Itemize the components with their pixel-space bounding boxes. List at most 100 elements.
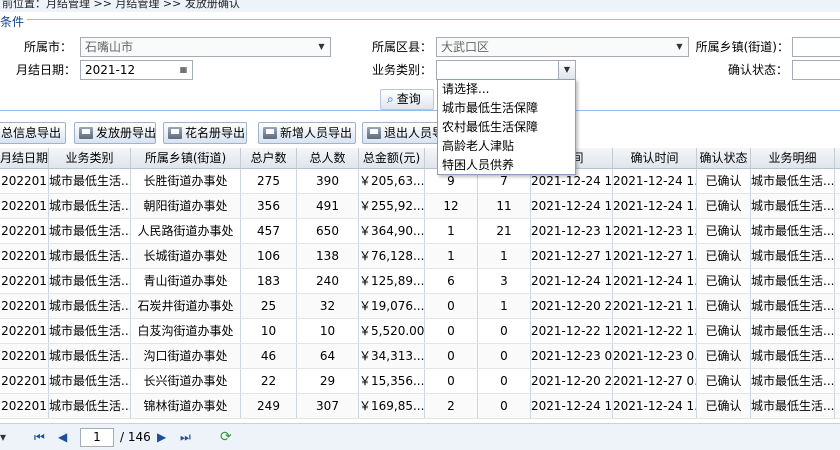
export-payment-roll-label: 发放册导出 — [96, 126, 156, 140]
cell-households: 10 — [241, 319, 297, 343]
export-exited-members-button[interactable]: 退出人员导 — [362, 122, 442, 144]
table-row[interactable]: 202201 城市最低生活... 锦林街道办事处 249 307 ￥169,85... 2 0… — [0, 394, 840, 419]
cell-biz-detail: 城市最低生活... — [751, 369, 835, 393]
cell-persons: 64 — [297, 344, 359, 368]
cell-confirm-status: 已确认 — [697, 369, 751, 393]
cell-amount: ￥5,520.00 — [359, 319, 425, 343]
cell-confirm-status: 已确认 — [697, 219, 751, 243]
table-row[interactable]: 202201 城市最低生活... 长城街道办事处 106 138 ￥76,128... 1 1… — [0, 244, 840, 269]
export-summary-label: 总信息导出 — [1, 126, 62, 140]
dropdown-option[interactable]: 城市最低生活保障 — [438, 99, 575, 118]
export-roster-button[interactable]: 花名册导出 — [163, 122, 247, 144]
column-header-households[interactable]: 总户数 — [241, 148, 297, 168]
table-row[interactable]: 202201 城市最低生活... 白芨沟街道办事处 10 10 ￥5,520.00 0 0 20… — [0, 319, 840, 344]
calendar-icon[interactable]: ▦ — [175, 61, 192, 79]
table-row[interactable]: 202201 城市最低生活... 青山街道办事处 183 240 ￥125,89... 6 3… — [0, 269, 840, 294]
last-page-icon[interactable]: ⏭ — [180, 429, 191, 445]
biz-type-select[interactable]: ▼ — [436, 60, 576, 80]
cell-households: 22 — [241, 369, 297, 393]
confirm-status-select[interactable] — [792, 60, 840, 80]
cell-confirm-time: 2021-12-24 1... — [613, 269, 697, 293]
table-row[interactable]: 202201 城市最低生活... 人民路街道办事处 457 650 ￥364,90... 1… — [0, 219, 840, 244]
cell-submit-time: 2021-12-27 1... — [531, 244, 613, 268]
cell-amount: ￥364,90... — [359, 219, 425, 243]
cell-confirm-time: 2021-12-21 1... — [613, 294, 697, 318]
chevron-down-icon[interactable]: ▼ — [671, 38, 688, 56]
city-select[interactable]: 石嘴山市 ▼ — [80, 37, 331, 57]
pager: ▾ ⏮ ◀ 1 / 146 ▶ ⏭ ⟳ — [0, 423, 840, 450]
table-row[interactable]: 202201 城市最低生活... 长胜街道办事处 275 390 ￥205,63... 9 7… — [0, 169, 840, 194]
cell-confirm-status: 已确认 — [697, 344, 751, 368]
table-row[interactable]: 202201 城市最低生活... 石炭井街道办事处 25 32 ￥19,076... 0 1 2… — [0, 294, 840, 319]
cell-biz-type: 城市最低生活... — [49, 219, 131, 243]
cell-town: 白芨沟街道办事处 — [131, 319, 241, 343]
cell-amount: ￥255,92... — [359, 194, 425, 218]
export-new-members-button[interactable]: 新增人员导出 — [258, 122, 356, 144]
district-label: 所属区县： — [371, 40, 432, 54]
column-header-month[interactable]: 月结日期 — [0, 148, 49, 168]
dropdown-option[interactable]: 农村最低生活保障 — [438, 118, 575, 137]
cell-households: 25 — [241, 294, 297, 318]
town-select[interactable] — [792, 37, 840, 57]
cell-confirm-time: 2021-12-24 1... — [613, 169, 697, 193]
next-page-icon[interactable]: ▶ — [157, 429, 166, 445]
chevron-down-icon[interactable]: ▼ — [558, 61, 575, 79]
column-header-amount[interactable]: 总金额(元) — [359, 148, 425, 168]
cell-biz-detail: 城市最低生活... — [751, 344, 835, 368]
column-header-town[interactable]: 所属乡镇(街道) — [131, 148, 241, 168]
cell-town: 朝阳街道办事处 — [131, 194, 241, 218]
column-header-biz-detail[interactable]: 业务明细 — [751, 148, 835, 168]
cell-amount: ￥15,356... — [359, 369, 425, 393]
cell-month: 202201 — [0, 344, 49, 368]
table-row[interactable]: 202201 城市最低生活... 长兴街道办事处 22 29 ￥15,356... 0 0 20… — [0, 369, 840, 394]
cell-town: 长城街道办事处 — [131, 244, 241, 268]
table-row[interactable]: 202201 城市最低生活... 朝阳街道办事处 356 491 ￥255,92... 12… — [0, 194, 840, 219]
dropdown-option[interactable]: 高龄老人津贴 — [438, 137, 575, 156]
cell-town: 石炭井街道办事处 — [131, 294, 241, 318]
cell-month: 202201 — [0, 394, 49, 418]
query-button[interactable]: ⌕ 查询 — [380, 89, 434, 110]
cell-amount: ￥205,63... — [359, 169, 425, 193]
cell-persons: 491 — [297, 194, 359, 218]
cell-town: 锦林街道办事处 — [131, 394, 241, 418]
cell-new: 0 — [425, 344, 478, 368]
cell-persons: 10 — [297, 319, 359, 343]
cell-biz-detail: 城市最低生活... — [751, 194, 835, 218]
cell-submit-time: 2021-12-24 1... — [531, 194, 613, 218]
page-number-input[interactable]: 1 — [80, 428, 114, 447]
cell-month: 202201 — [0, 194, 49, 218]
cell-confirm-time: 2021-12-24 1... — [613, 394, 697, 418]
export-summary-button[interactable]: 总信息导出 — [0, 122, 66, 144]
cell-biz-detail: 城市最低生活... — [751, 394, 835, 418]
table-row[interactable]: 202201 城市最低生活... 沟口街道办事处 46 64 ￥34,313... 0 0 20… — [0, 344, 840, 369]
prev-page-icon[interactable]: ◀ — [58, 429, 67, 445]
cell-confirm-status: 已确认 — [697, 269, 751, 293]
column-header-confirm-time[interactable]: 确认时间 — [613, 148, 697, 168]
dropdown-option[interactable]: 特困人员供养 — [438, 156, 575, 175]
month-field[interactable]: 2021-12 ▦ — [80, 60, 193, 80]
column-header-persons[interactable]: 总人数 — [297, 148, 359, 168]
cell-new: 2 — [425, 394, 478, 418]
cell-exit: 11 — [478, 194, 531, 218]
refresh-icon[interactable]: ⟳ — [220, 429, 232, 445]
cell-persons: 240 — [297, 269, 359, 293]
cell-biz-type: 城市最低生活... — [49, 194, 131, 218]
first-page-icon[interactable]: ⏮ — [34, 429, 45, 445]
column-header-confirm-status[interactable]: 确认状态 — [697, 148, 751, 168]
cell-new: 0 — [425, 294, 478, 318]
cell-town: 青山街道办事处 — [131, 269, 241, 293]
cell-submit-time: 2021-12-20 2... — [531, 369, 613, 393]
export-payment-roll-button[interactable]: 发放册导出 — [74, 122, 156, 144]
cell-town: 沟口街道办事处 — [131, 344, 241, 368]
cell-exit: 1 — [478, 244, 531, 268]
cell-biz-type: 城市最低生活... — [49, 269, 131, 293]
column-header-biz-type[interactable]: 业务类别 — [49, 148, 131, 168]
cell-confirm-status: 已确认 — [697, 244, 751, 268]
city-label: 所属市： — [23, 40, 72, 54]
chevron-down-icon[interactable]: ▼ — [313, 38, 330, 56]
cell-persons: 650 — [297, 219, 359, 243]
dropdown-option[interactable]: 请选择... — [438, 80, 575, 99]
district-select[interactable]: 大武口区 ▼ — [436, 37, 689, 57]
total-pages: / 146 — [120, 430, 151, 444]
page-size-chevron-icon[interactable]: ▾ — [0, 429, 6, 445]
